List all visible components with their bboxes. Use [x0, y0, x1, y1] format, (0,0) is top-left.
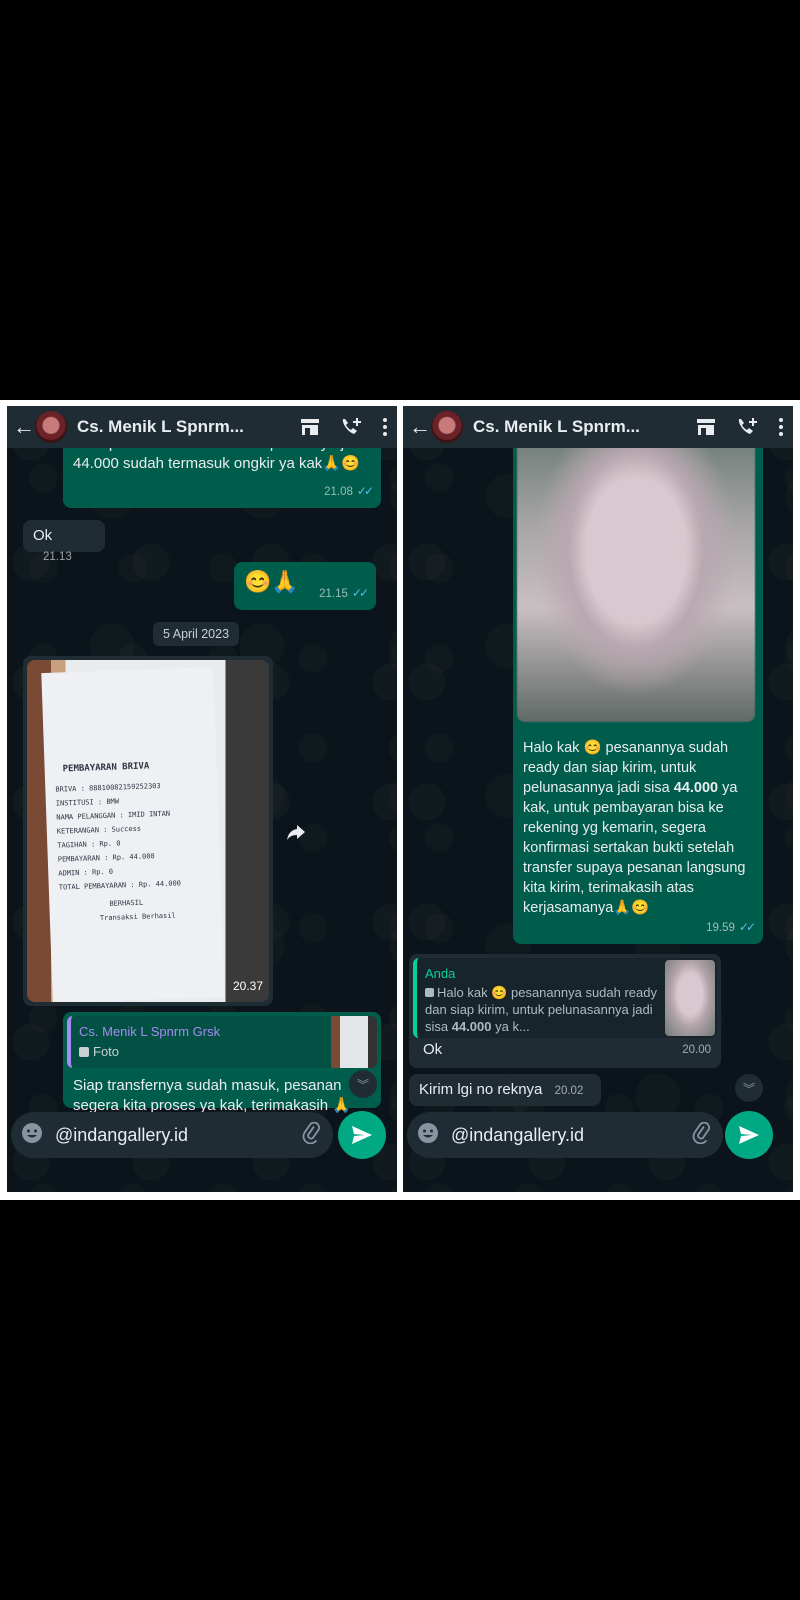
message-time: 21.13: [43, 551, 72, 563]
read-ticks-icon: ✓✓: [351, 586, 369, 600]
message-time: 21.08: [324, 486, 353, 498]
blurred-photo[interactable]: [517, 436, 755, 722]
quote-author: Anda: [425, 966, 456, 981]
catalog-icon[interactable]: [695, 417, 717, 437]
message-text: Ok: [423, 1041, 443, 1058]
incoming-reply-message[interactable]: Anda Halo kak 😊 pesanannya sudah ready d…: [409, 954, 721, 1068]
back-arrow-icon[interactable]: ←: [409, 414, 431, 440]
quote-text: Foto: [93, 1044, 120, 1059]
receipt-line: Transaksi Berhasil: [99, 911, 176, 923]
chat-header: ← Cs. Menik L Spnrm...: [403, 406, 793, 448]
chat-screen-left: Total pesanan 88.000 untuk dp 50%nya jad…: [7, 406, 397, 1192]
incoming-image-message[interactable]: PEMBAYARAN BRIVA BRIVA : 888100821592523…: [23, 656, 273, 1006]
chat-screen-right: Halo kak 😊 pesanannya sudah ready dan si…: [403, 406, 793, 1192]
message-input[interactable]: @indangallery.id: [451, 1125, 691, 1146]
send-button[interactable]: [725, 1111, 773, 1159]
more-options-icon[interactable]: [777, 417, 785, 437]
scroll-down-icon[interactable]: ︾: [349, 1070, 377, 1098]
send-icon: [739, 1126, 759, 1144]
message-time: 20.37: [232, 979, 263, 993]
emoji-icon[interactable]: [21, 1122, 43, 1149]
avatar[interactable]: [35, 411, 67, 443]
message-meta: 21.08 ✓✓: [324, 481, 374, 502]
message-time: 20.02: [554, 1085, 584, 1097]
add-call-icon[interactable]: [735, 416, 759, 438]
quote-thumbnail: [331, 1016, 377, 1068]
message-text: Halo kak 😊 pesanannya sudah ready dan si…: [523, 738, 755, 918]
incoming-message-kirim[interactable]: Kirim lgi no reknya 20.02: [409, 1074, 601, 1106]
send-button[interactable]: [338, 1111, 386, 1159]
quote-amount: 44.000: [451, 1019, 492, 1034]
add-call-icon[interactable]: [339, 416, 363, 438]
forward-icon[interactable]: [283, 820, 309, 846]
message-amount: 44.000: [673, 780, 719, 796]
scroll-down-icon[interactable]: ︾: [735, 1074, 763, 1102]
emoji-icon[interactable]: [417, 1122, 439, 1149]
message-text: Ok: [33, 527, 53, 544]
attach-icon[interactable]: [301, 1121, 323, 1149]
back-arrow-icon[interactable]: ←: [13, 414, 35, 440]
message-time: 21.15: [319, 588, 348, 600]
more-options-icon[interactable]: [381, 417, 389, 437]
message-text: Siap transfernya sudah masuk, pesanan se…: [73, 1077, 351, 1114]
avatar[interactable]: [431, 411, 463, 443]
photo-icon: [425, 988, 434, 997]
message-text-part: ya kak, untuk pembayaran bisa ke rekenin…: [523, 780, 746, 916]
outgoing-reply-message[interactable]: Cs. Menik L Spnrm Grsk Foto Siap transfe…: [63, 1012, 381, 1114]
message-composer[interactable]: @indangallery.id: [407, 1112, 723, 1158]
quote-text-part: ya k...: [491, 1019, 530, 1034]
receipt-photo[interactable]: PEMBAYARAN BRIVA BRIVA : 888100821592523…: [27, 660, 269, 1002]
receipt-line: PEMBAYARAN BRIVA: [62, 761, 150, 775]
message-text: 😊🙏: [244, 569, 299, 594]
outgoing-message-emoji[interactable]: 😊🙏 21.15 ✓✓: [234, 562, 376, 610]
quote-content: Halo kak 😊 pesanannya sudah ready dan si…: [425, 984, 657, 1035]
message-meta: 21.15 ✓✓: [319, 583, 369, 604]
quoted-message[interactable]: Cs. Menik L Spnrm Grsk Foto: [67, 1016, 377, 1068]
quote-author: Cs. Menik L Spnrm Grsk: [79, 1024, 221, 1039]
quote-content: Foto: [79, 1042, 369, 1062]
message-input[interactable]: @indangallery.id: [55, 1125, 301, 1146]
send-icon: [352, 1126, 372, 1144]
contact-name[interactable]: Cs. Menik L Spnrm...: [473, 417, 677, 437]
outgoing-image-text-message[interactable]: Halo kak 😊 pesanannya sudah ready dan si…: [513, 406, 763, 944]
message-composer[interactable]: @indangallery.id: [11, 1112, 333, 1158]
photo-icon: [79, 1047, 89, 1057]
quoted-message[interactable]: Anda Halo kak 😊 pesanannya sudah ready d…: [413, 958, 717, 1038]
message-meta: 19.59 ✓✓: [706, 917, 756, 938]
read-ticks-icon: ✓✓: [356, 484, 374, 498]
message-text: Kirim lgi no reknya: [419, 1081, 543, 1098]
quote-thumbnail: [665, 960, 715, 1036]
catalog-icon[interactable]: [299, 417, 321, 437]
date-separator: 5 April 2023: [153, 622, 240, 646]
message-time: 19.59: [706, 922, 735, 934]
contact-name[interactable]: Cs. Menik L Spnrm...: [77, 417, 281, 437]
receipt-paper: PEMBAYARAN BRIVA BRIVA : 888100821592523…: [41, 667, 225, 1002]
read-ticks-icon: ✓✓: [738, 920, 756, 934]
message-time: 20.00: [682, 1044, 711, 1056]
incoming-message-ok[interactable]: Ok 21.13: [23, 520, 105, 563]
chat-header: ← Cs. Menik L Spnrm...: [7, 406, 397, 448]
attach-icon[interactable]: [691, 1121, 713, 1149]
